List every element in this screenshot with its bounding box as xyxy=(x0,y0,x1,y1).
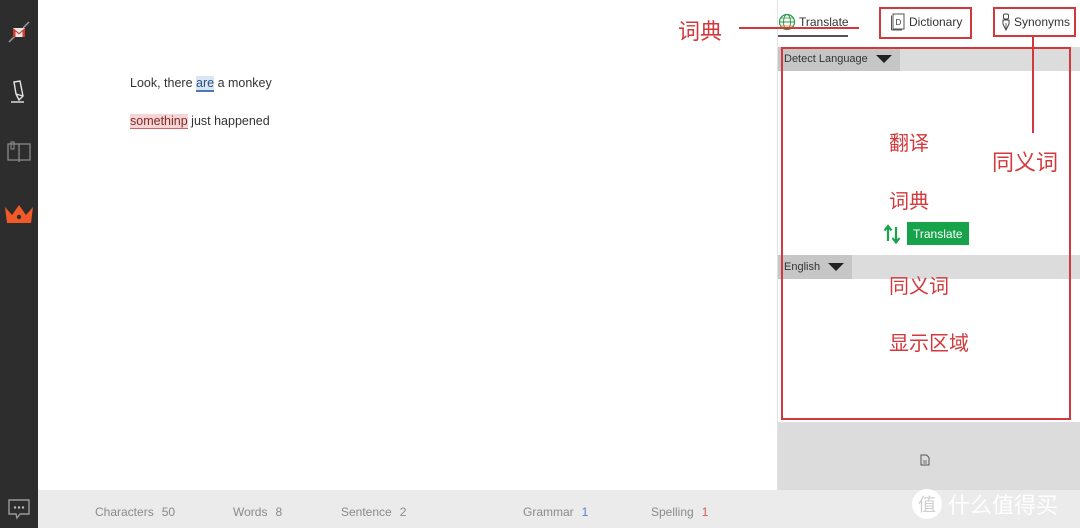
annotation-dictionary: 词典 xyxy=(678,20,723,45)
stat-spelling[interactable]: Spelling 1 xyxy=(651,505,708,519)
stat-label: Sentence xyxy=(341,505,392,519)
stat-label: Spelling xyxy=(651,505,694,519)
annotation-box-display-area xyxy=(781,47,1071,420)
sidebar xyxy=(0,0,38,528)
document-icon[interactable] xyxy=(920,454,930,466)
stat-value: 2 xyxy=(399,505,407,519)
spelling-error-word[interactable]: somethinp xyxy=(130,114,188,129)
editor-area[interactable]: Look, there are a monkey somethinp just … xyxy=(38,0,777,490)
gmail-collapse-icon[interactable] xyxy=(0,12,38,52)
stat-value: 1 xyxy=(701,505,709,519)
chat-icon[interactable] xyxy=(0,490,38,528)
stat-value: 50 xyxy=(161,505,176,519)
editor-line: Look, there are a monkey xyxy=(130,76,272,92)
text-segment: Look, there xyxy=(130,76,197,90)
annotation-area-label: 词典 xyxy=(889,189,929,213)
annotation-box-synonyms-tab xyxy=(993,7,1076,37)
app-window: Look, there are a monkey somethinp just … xyxy=(0,0,1080,528)
stat-label: Grammar xyxy=(523,505,574,519)
active-tab-indicator xyxy=(778,35,848,37)
stat-label: Characters xyxy=(95,505,154,519)
annotation-box-dictionary-tab xyxy=(879,7,972,39)
annotation-area-label: 同义词 xyxy=(889,274,949,298)
stat-value: 1 xyxy=(581,505,589,519)
annotation-pointer-line xyxy=(739,27,859,29)
pen-icon[interactable] xyxy=(0,72,38,112)
stat-characters: Characters 50 xyxy=(95,505,175,519)
text-segment: a monkey xyxy=(214,76,272,90)
crown-icon[interactable] xyxy=(0,194,38,234)
stat-words: Words 8 xyxy=(233,505,282,519)
annotation-area-label: 显示区域 xyxy=(889,331,969,355)
stat-label: Words xyxy=(233,505,268,519)
stat-grammar[interactable]: Grammar 1 xyxy=(523,505,588,519)
stat-sentence: Sentence 2 xyxy=(341,505,406,519)
watermark: 值 什么值得买 xyxy=(912,488,1058,520)
panel-footer xyxy=(778,422,1080,490)
stat-value: 8 xyxy=(275,505,283,519)
text-segment: just happened xyxy=(187,114,270,128)
watermark-logo: 值 xyxy=(912,489,942,519)
grammar-error-word[interactable]: are xyxy=(196,76,215,92)
editor-line: somethinp just happened xyxy=(130,114,270,129)
annotation-area-label: 翻译 xyxy=(889,131,929,155)
book-icon[interactable] xyxy=(0,132,38,172)
watermark-text: 什么值得买 xyxy=(948,494,1059,519)
